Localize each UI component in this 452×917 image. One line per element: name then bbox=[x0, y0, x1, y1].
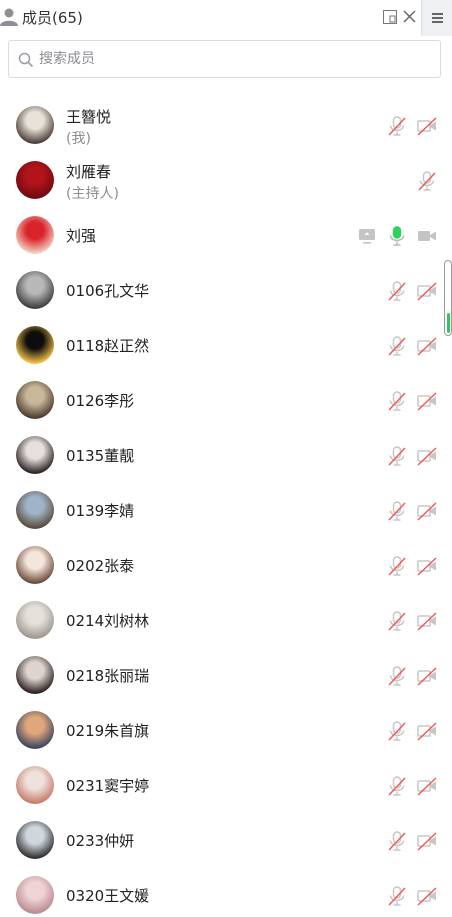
popout-window-icon[interactable] bbox=[383, 10, 397, 24]
microphone-muted-icon[interactable] bbox=[386, 610, 408, 632]
avatar bbox=[16, 491, 54, 529]
scrollbar[interactable] bbox=[444, 260, 452, 336]
microphone-muted-icon[interactable] bbox=[386, 390, 408, 412]
menu-icon-line bbox=[432, 21, 443, 23]
member-name: 0219朱首旗 bbox=[66, 722, 150, 740]
menu-button[interactable] bbox=[421, 0, 452, 36]
member-name: 0320王文媛 bbox=[66, 887, 150, 905]
member-name: 0106孔文华 bbox=[66, 282, 150, 300]
member-row[interactable]: 0218张丽瑞 bbox=[0, 648, 444, 703]
member-row[interactable]: 刘强 bbox=[0, 208, 444, 263]
avatar bbox=[16, 271, 54, 309]
microphone-muted-icon[interactable] bbox=[386, 445, 408, 467]
member-row[interactable]: 王簪悦 (我) bbox=[0, 98, 444, 153]
member-role: (主持人) bbox=[66, 186, 119, 202]
member-row[interactable]: 0118赵正然 bbox=[0, 318, 444, 373]
member-role: (我) bbox=[66, 131, 91, 147]
member-row[interactable]: 0202张泰 bbox=[0, 538, 444, 593]
member-name: 王簪悦 bbox=[66, 108, 112, 126]
member-row[interactable]: 0106孔文华 bbox=[0, 263, 444, 318]
menu-icon-line bbox=[432, 17, 443, 19]
camera-off-icon[interactable] bbox=[416, 390, 438, 412]
avatar bbox=[16, 876, 54, 914]
search-box[interactable] bbox=[8, 40, 441, 78]
menu-icon-line bbox=[432, 13, 443, 15]
microphone-muted-icon[interactable] bbox=[386, 830, 408, 852]
search-icon bbox=[18, 52, 34, 68]
microphone-muted-icon[interactable] bbox=[386, 720, 408, 742]
member-row[interactable]: 0231窦宇婷 bbox=[0, 758, 444, 813]
close-icon[interactable] bbox=[402, 9, 417, 24]
search-input[interactable] bbox=[39, 47, 429, 71]
avatar bbox=[16, 711, 54, 749]
member-name: 0233仲妍 bbox=[66, 832, 135, 850]
member-name: 0126李彤 bbox=[66, 392, 135, 410]
member-name: 0139李婧 bbox=[66, 502, 135, 520]
camera-off-icon[interactable] bbox=[416, 775, 438, 797]
camera-icon[interactable] bbox=[416, 225, 438, 247]
member-name: 0231窦宇婷 bbox=[66, 777, 150, 795]
microphone-muted-icon[interactable] bbox=[386, 280, 408, 302]
avatar bbox=[16, 216, 54, 254]
camera-off-icon[interactable] bbox=[416, 445, 438, 467]
microphone-active-icon[interactable] bbox=[386, 225, 408, 247]
camera-off-icon[interactable] bbox=[416, 115, 438, 137]
avatar bbox=[16, 821, 54, 859]
camera-off-icon[interactable] bbox=[416, 720, 438, 742]
member-row[interactable]: 0135董靓 bbox=[0, 428, 444, 483]
camera-off-icon[interactable] bbox=[416, 335, 438, 357]
microphone-muted-icon[interactable] bbox=[416, 170, 438, 192]
camera-off-icon[interactable] bbox=[416, 665, 438, 687]
scrollbar-thumb[interactable] bbox=[447, 313, 450, 333]
avatar bbox=[16, 161, 54, 199]
avatar bbox=[16, 766, 54, 804]
camera-off-icon[interactable] bbox=[416, 830, 438, 852]
member-name: 刘强 bbox=[66, 227, 97, 245]
camera-off-icon[interactable] bbox=[416, 500, 438, 522]
member-row[interactable]: 0126李彤 bbox=[0, 373, 444, 428]
member-name: 0118赵正然 bbox=[66, 337, 150, 355]
member-row[interactable]: 0233仲妍 bbox=[0, 813, 444, 868]
member-name: 刘雁春 bbox=[66, 163, 112, 181]
member-row[interactable]: 0139李婧 bbox=[0, 483, 444, 538]
member-row[interactable]: 刘雁春 (主持人) bbox=[0, 153, 444, 208]
avatar bbox=[16, 106, 54, 144]
microphone-muted-icon[interactable] bbox=[386, 335, 408, 357]
member-row[interactable]: 0214刘树林 bbox=[0, 593, 444, 648]
member-row[interactable]: 0219朱首旗 bbox=[0, 703, 444, 758]
avatar bbox=[16, 656, 54, 694]
member-row[interactable]: 0320王文媛 bbox=[0, 868, 444, 917]
panel-header: 成员(65) bbox=[0, 0, 452, 36]
avatar bbox=[16, 546, 54, 584]
microphone-muted-icon[interactable] bbox=[386, 500, 408, 522]
camera-off-icon[interactable] bbox=[416, 885, 438, 907]
camera-off-icon[interactable] bbox=[416, 280, 438, 302]
members-icon bbox=[0, 8, 18, 26]
member-name: 0214刘树林 bbox=[66, 612, 150, 630]
screen-share-icon[interactable] bbox=[356, 225, 378, 247]
panel-title: 成员(65) bbox=[22, 9, 83, 27]
member-name: 0202张泰 bbox=[66, 557, 135, 575]
member-name: 0218张丽瑞 bbox=[66, 667, 150, 685]
microphone-muted-icon[interactable] bbox=[386, 775, 408, 797]
camera-off-icon[interactable] bbox=[416, 555, 438, 577]
camera-off-icon[interactable] bbox=[416, 610, 438, 632]
avatar bbox=[16, 436, 54, 474]
member-list: 王簪悦 (我) 刘雁春 (主持人) 刘强 0106孔文华 0118赵正然 0126李彤 0135… bbox=[0, 98, 444, 917]
microphone-muted-icon[interactable] bbox=[386, 555, 408, 577]
avatar bbox=[16, 601, 54, 639]
microphone-muted-icon[interactable] bbox=[386, 115, 408, 137]
avatar bbox=[16, 381, 54, 419]
microphone-muted-icon[interactable] bbox=[386, 665, 408, 687]
member-name: 0135董靓 bbox=[66, 447, 135, 465]
microphone-muted-icon[interactable] bbox=[386, 885, 408, 907]
avatar bbox=[16, 326, 54, 364]
